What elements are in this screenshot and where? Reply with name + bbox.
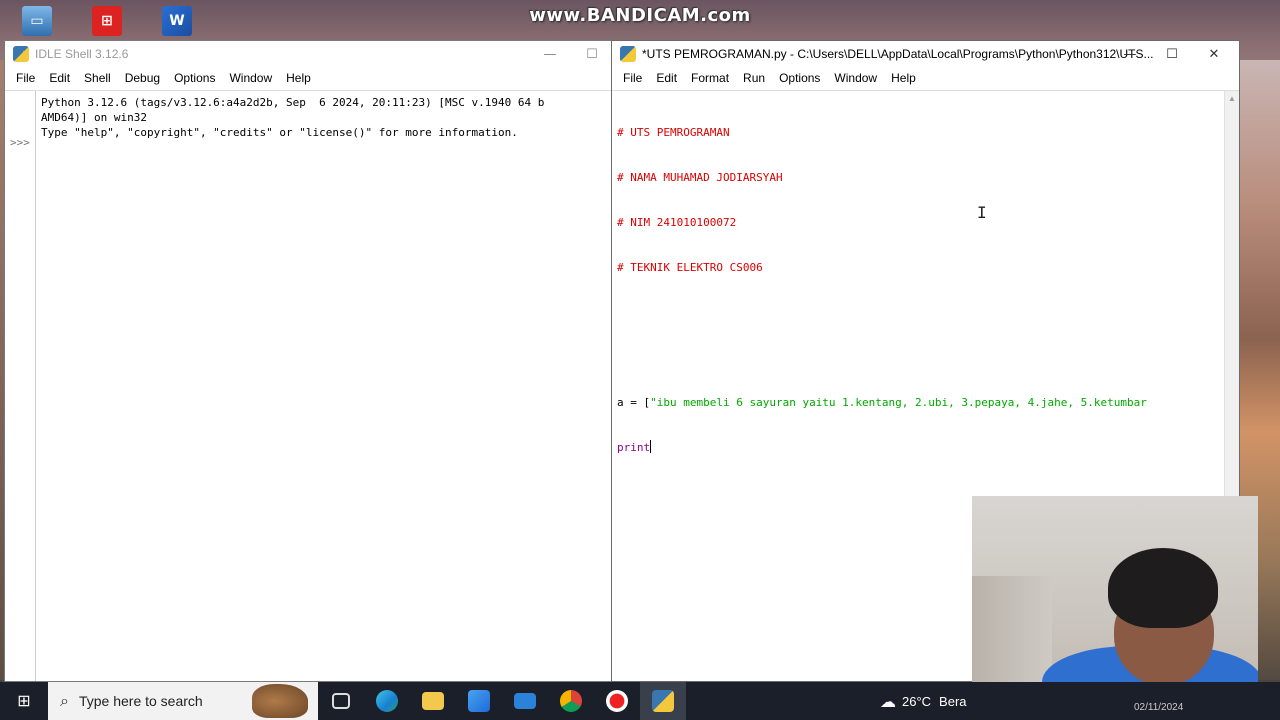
taskbar-clock[interactable]: 02/11/2024 <box>1134 702 1183 713</box>
menu-window[interactable]: Window <box>827 71 884 85</box>
task-view-icon[interactable] <box>318 682 364 720</box>
maximize-icon[interactable]: ☐ <box>571 41 613 67</box>
taskbar-search[interactable]: ⌕ Type here to search <box>48 682 318 720</box>
code-line-assign: a = ["ibu membeli 6 sayuran yaitu 1.kent… <box>617 395 1223 410</box>
menu-file[interactable]: File <box>9 71 42 85</box>
search-icon: ⌕ <box>60 691 69 710</box>
menu-edit[interactable]: Edit <box>649 71 684 85</box>
shell-line: AMD64)] on win32 <box>41 111 147 124</box>
taskbar: ⊞ ⌕ Type here to search ☁ 26°C Bera 02/1… <box>0 682 1280 720</box>
minimize-icon[interactable]: — <box>529 41 571 67</box>
webcam-person-hair <box>1108 548 1218 628</box>
code-comment: # TEKNIK ELEKTRO CS006 <box>617 261 763 274</box>
code-comment: # NAMA MUHAMAD JODIARSYAH <box>617 171 783 184</box>
shell-prompt: >>> <box>10 136 30 149</box>
code-line-print: print <box>617 440 1223 455</box>
python-icon <box>13 46 29 62</box>
code-string: "ibu membeli 6 sayuran yaitu 1.kentang, … <box>650 396 1147 409</box>
menu-shell[interactable]: Shell <box>77 71 118 85</box>
edge-icon[interactable] <box>364 682 410 720</box>
menu-window[interactable]: Window <box>222 71 279 85</box>
mail-icon[interactable] <box>502 682 548 720</box>
bandicam-watermark: www.BANDICAM.com <box>529 5 751 26</box>
python-file-icon <box>620 46 636 62</box>
system-tray: ☁ 26°C Bera <box>880 682 967 720</box>
code-print-keyword: print <box>617 441 651 454</box>
editor-title: *UTS PEMROGRAMAN.py - C:\Users\DELL\AppD… <box>642 47 1154 61</box>
file-explorer-icon[interactable] <box>410 682 456 720</box>
weather-temp[interactable]: 26°C <box>902 694 931 709</box>
text-cursor <box>650 440 652 453</box>
search-placeholder: Type here to search <box>78 693 203 709</box>
idle-taskbar-icon[interactable] <box>640 682 686 720</box>
code-comment: # NIM 241010100072 <box>617 216 737 229</box>
close-icon[interactable]: ✕ <box>1193 41 1235 67</box>
webcam-overlay <box>972 496 1258 710</box>
code-text[interactable]: # UTS PEMROGRAMAN # NAMA MUHAMAD JODIARS… <box>617 95 1223 485</box>
editor-menubar: File Edit Format Run Options Window Help <box>612 67 1239 89</box>
menu-debug[interactable]: Debug <box>118 71 167 85</box>
bandicam-record-icon[interactable] <box>594 682 640 720</box>
shell-gutter: >>> <box>5 91 36 681</box>
ibeam-cursor-icon: I <box>977 203 987 222</box>
shell-line: Python 3.12.6 (tags/v3.12.6:a4a2d2b, Sep… <box>41 96 545 109</box>
scroll-up-icon[interactable]: ▲ <box>1225 91 1239 106</box>
shell-menubar: File Edit Shell Debug Options Window Hel… <box>5 67 613 89</box>
search-highlight-image <box>252 684 308 718</box>
shell-title: IDLE Shell 3.12.6 <box>35 47 129 61</box>
code-assign-prefix: a = [ <box>617 396 651 409</box>
menu-help[interactable]: Help <box>279 71 318 85</box>
maximize-icon[interactable]: ☐ <box>1151 41 1193 67</box>
menu-options[interactable]: Options <box>167 71 222 85</box>
code-comment: # UTS PEMROGRAMAN <box>617 126 730 139</box>
windows-start-icon[interactable]: ⊞ <box>0 682 48 720</box>
store-icon[interactable] <box>456 682 502 720</box>
menu-file[interactable]: File <box>616 71 649 85</box>
menu-format[interactable]: Format <box>684 71 736 85</box>
shell-text-area[interactable]: >>> Python 3.12.6 (tags/v3.12.6:a4a2d2b,… <box>5 90 613 681</box>
computer-icon[interactable]: ▭ <box>22 6 52 36</box>
chrome-icon[interactable] <box>548 682 594 720</box>
menu-help[interactable]: Help <box>884 71 923 85</box>
minimize-icon[interactable]: — <box>1109 41 1151 67</box>
menu-edit[interactable]: Edit <box>42 71 77 85</box>
editor-titlebar[interactable]: *UTS PEMROGRAMAN.py - C:\Users\DELL\AppD… <box>612 41 1239 67</box>
weather-icon[interactable]: ☁ <box>880 692 896 711</box>
menu-run[interactable]: Run <box>736 71 772 85</box>
shell-line: Type "help", "copyright", "credits" or "… <box>41 126 518 139</box>
weather-text: Bera <box>939 693 967 709</box>
shell-titlebar[interactable]: IDLE Shell 3.12.6 — ☐ <box>5 41 613 67</box>
tt-app-icon[interactable]: ⊞ <box>92 6 122 36</box>
word-icon[interactable]: W <box>162 6 192 36</box>
idle-shell-window: IDLE Shell 3.12.6 — ☐ File Edit Shell De… <box>4 40 614 682</box>
menu-options[interactable]: Options <box>772 71 827 85</box>
shell-output: Python 3.12.6 (tags/v3.12.6:a4a2d2b, Sep… <box>41 95 613 140</box>
